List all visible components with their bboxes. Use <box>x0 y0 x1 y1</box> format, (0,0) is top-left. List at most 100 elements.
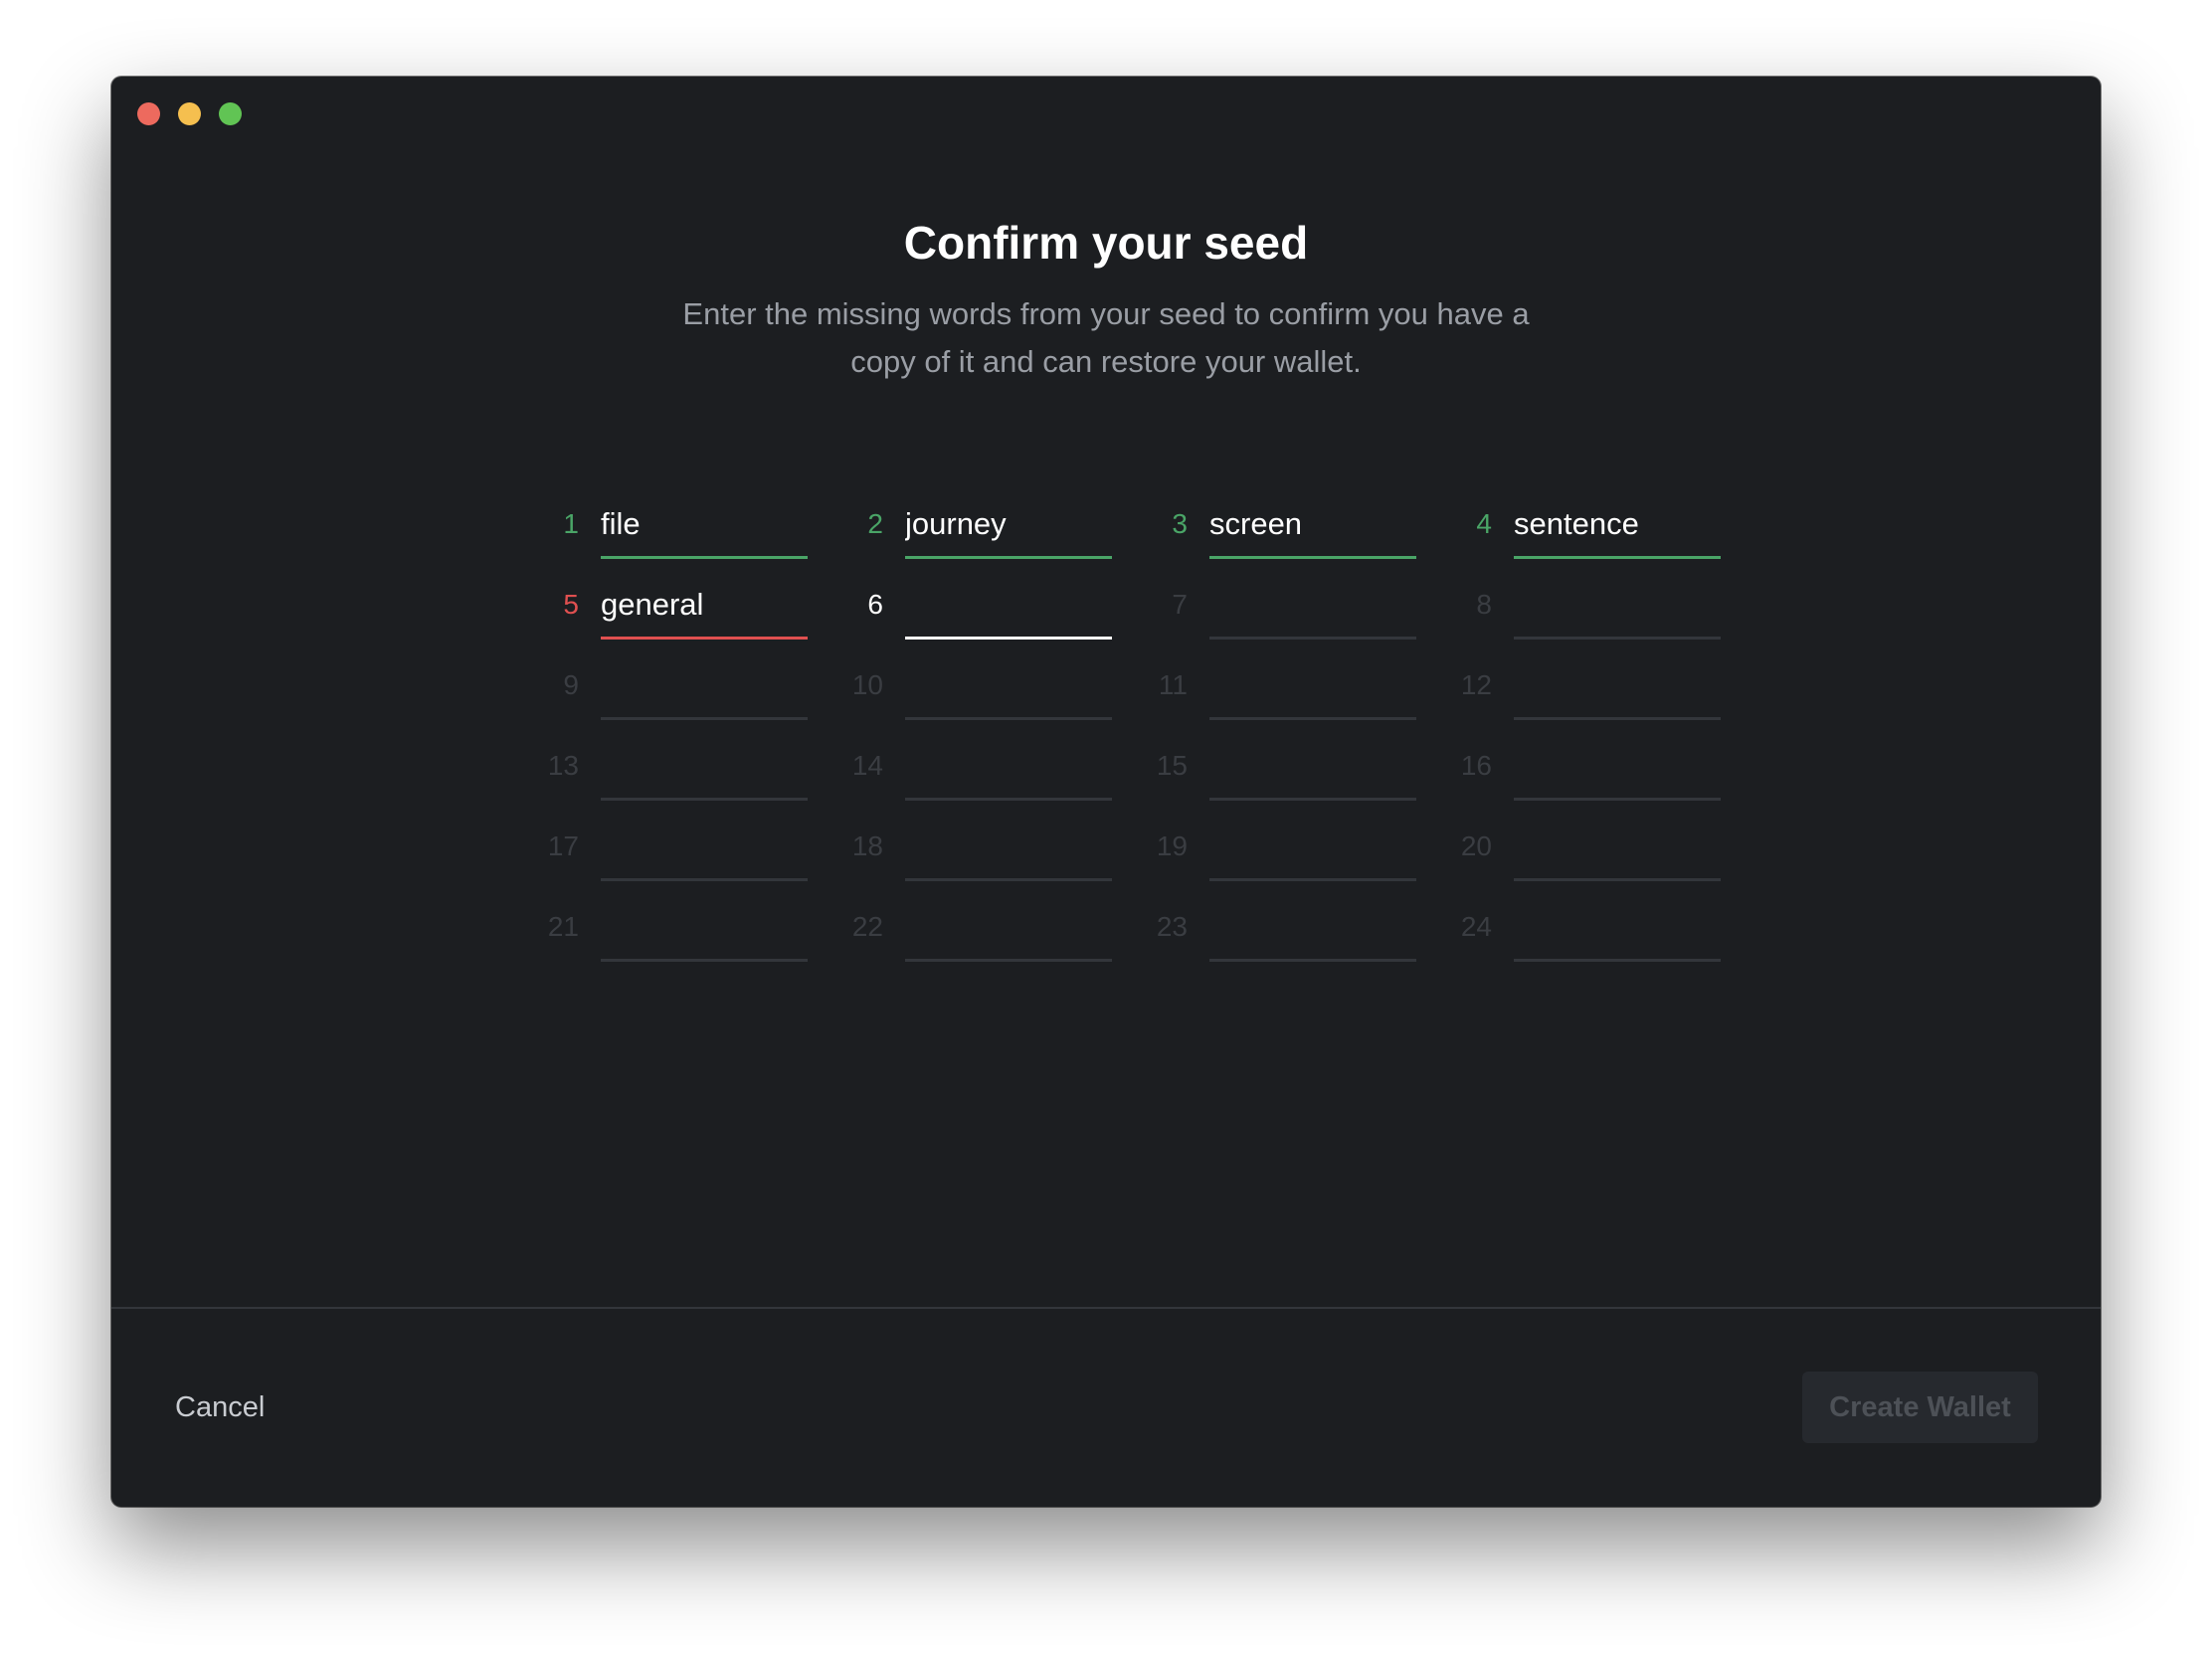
page-title: Confirm your seed <box>903 217 1309 269</box>
seed-word-index: 9 <box>563 669 579 700</box>
seed-word-underline <box>905 878 1112 881</box>
seed-word-underline <box>1209 717 1416 720</box>
seed-word-underline <box>1209 556 1416 559</box>
seed-word-index: 12 <box>1460 669 1492 700</box>
footer-divider <box>111 1307 2101 1309</box>
seed-word-cell: 11 <box>1128 655 1416 720</box>
page-subtitle: Enter the missing words from your seed t… <box>111 290 2101 386</box>
seed-word-input[interactable] <box>905 575 1112 633</box>
seed-word-cell: 6 <box>824 575 1112 640</box>
seed-word-input[interactable]: file <box>601 494 808 552</box>
seed-word-index: 10 <box>851 669 883 700</box>
seed-word-index: 19 <box>1156 830 1188 861</box>
seed-word-underline <box>601 798 808 801</box>
seed-word-index: 2 <box>867 508 883 539</box>
seed-word-underline <box>905 556 1112 559</box>
seed-word-cell: 2 journey <box>824 494 1112 559</box>
seed-word-input[interactable] <box>905 736 1112 794</box>
create-wallet-button[interactable]: Create Wallet <box>1802 1372 2038 1443</box>
seed-word-input[interactable] <box>1209 655 1416 713</box>
seed-word-input[interactable] <box>1209 736 1416 794</box>
seed-word-underline <box>905 959 1112 962</box>
seed-word-input[interactable] <box>1514 897 1721 955</box>
seed-word-cell: 20 <box>1432 817 1721 881</box>
seed-word-underline <box>601 878 808 881</box>
seed-word-underline <box>601 959 808 962</box>
seed-word-underline <box>601 717 808 720</box>
seed-word-input[interactable] <box>601 817 808 874</box>
seed-word-index: 5 <box>563 589 579 620</box>
seed-word-input[interactable] <box>1209 575 1416 633</box>
cancel-button[interactable]: Cancel <box>175 1391 265 1424</box>
seed-word-index: 23 <box>1156 911 1188 942</box>
app-window: Confirm your seed Enter the missing word… <box>111 77 2101 1507</box>
seed-word-input[interactable] <box>1209 897 1416 955</box>
seed-word-input[interactable] <box>905 897 1112 955</box>
seed-word-input[interactable] <box>1514 817 1721 874</box>
maximize-window-button[interactable] <box>219 102 242 125</box>
seed-word-input[interactable] <box>601 655 808 713</box>
seed-word-input[interactable] <box>601 736 808 794</box>
seed-word-index: 18 <box>851 830 883 861</box>
subtitle-line-2: copy of it and can restore your wallet. <box>850 344 1362 379</box>
subtitle-line-1: Enter the missing words from your seed t… <box>682 296 1530 331</box>
seed-word-input[interactable] <box>1514 736 1721 794</box>
seed-word-index: 6 <box>867 589 883 620</box>
close-window-button[interactable] <box>137 102 160 125</box>
seed-word-cell: 23 <box>1128 897 1416 962</box>
seed-word-underline <box>1514 637 1721 640</box>
seed-word-cell: 13 <box>519 736 808 801</box>
seed-word-input[interactable] <box>905 655 1112 713</box>
seed-word-index: 17 <box>547 830 579 861</box>
seed-word-index: 11 <box>1158 669 1188 700</box>
seed-word-underline <box>905 717 1112 720</box>
seed-word-input[interactable]: general <box>601 575 808 633</box>
seed-word-underline <box>905 798 1112 801</box>
seed-word-cell: 9 <box>519 655 808 720</box>
seed-word-index: 1 <box>563 508 579 539</box>
seed-word-underline <box>1209 878 1416 881</box>
seed-word-cell: 22 <box>824 897 1112 962</box>
seed-word-underline <box>905 637 1112 640</box>
seed-word-index: 3 <box>1172 508 1188 539</box>
seed-word-cell: 8 <box>1432 575 1721 640</box>
seed-word-cell: 1 file <box>519 494 808 559</box>
seed-word-index: 14 <box>851 750 883 781</box>
minimize-window-button[interactable] <box>178 102 201 125</box>
seed-word-underline <box>1209 637 1416 640</box>
seed-word-input[interactable] <box>1209 817 1416 874</box>
seed-word-index: 21 <box>547 911 579 942</box>
seed-word-underline <box>1209 798 1416 801</box>
seed-word-input[interactable] <box>1514 655 1721 713</box>
seed-word-input[interactable] <box>601 897 808 955</box>
seed-word-index: 24 <box>1460 911 1492 942</box>
seed-word-cell: 16 <box>1432 736 1721 801</box>
seed-word-index: 16 <box>1460 750 1492 781</box>
seed-word-input[interactable]: sentence <box>1514 494 1721 552</box>
seed-word-index: 22 <box>851 911 883 942</box>
seed-word-cell: 5 general <box>519 575 808 640</box>
seed-word-cell: 14 <box>824 736 1112 801</box>
seed-word-input[interactable]: journey <box>905 494 1112 552</box>
seed-word-input[interactable] <box>1514 575 1721 633</box>
seed-word-underline <box>1514 798 1721 801</box>
seed-word-index: 15 <box>1156 750 1188 781</box>
seed-word-cell: 12 <box>1432 655 1721 720</box>
seed-word-cell: 4 sentence <box>1432 494 1721 559</box>
seed-word-cell: 19 <box>1128 817 1416 881</box>
seed-word-underline <box>1514 959 1721 962</box>
seed-word-underline <box>1514 717 1721 720</box>
seed-word-cell: 3 screen <box>1128 494 1416 559</box>
seed-word-underline <box>1514 878 1721 881</box>
seed-word-input[interactable] <box>905 817 1112 874</box>
seed-word-index: 7 <box>1172 589 1188 620</box>
seed-word-cell: 10 <box>824 655 1112 720</box>
seed-word-cell: 7 <box>1128 575 1416 640</box>
seed-word-index: 8 <box>1476 589 1492 620</box>
seed-word-input[interactable]: screen <box>1209 494 1416 552</box>
seed-word-index: 20 <box>1460 830 1492 861</box>
seed-word-cell: 18 <box>824 817 1112 881</box>
seed-word-underline <box>601 556 808 559</box>
seed-word-index: 13 <box>547 750 579 781</box>
seed-word-cell: 24 <box>1432 897 1721 962</box>
